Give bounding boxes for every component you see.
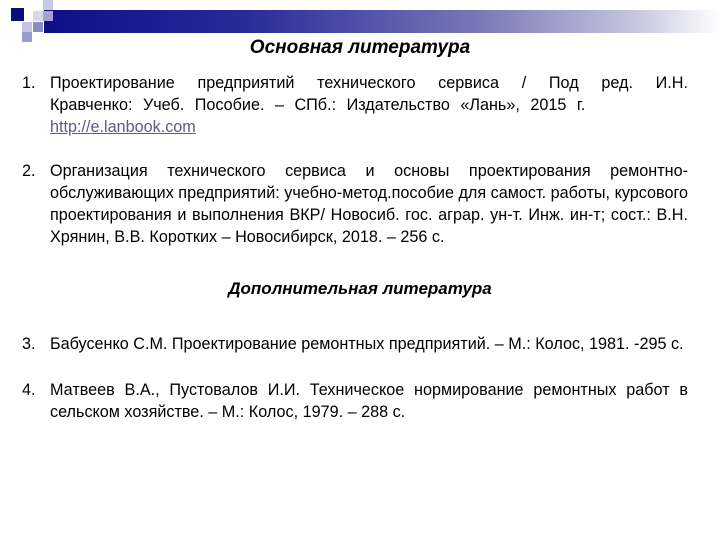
additional-literature-heading: Дополнительная литература [228, 279, 492, 298]
decor-square-dark [11, 8, 24, 21]
header-gradient-bar [44, 10, 720, 33]
decor-square [43, 11, 53, 21]
reference-number: 4. [22, 381, 36, 399]
reference-text: Бабусенко С.М. Проектирование ремонтных … [50, 335, 684, 353]
reference-item: 3. Бабусенко С.М. Проектирование ремонтн… [22, 333, 688, 355]
reference-text: Проектирование предприятий технического … [50, 72, 688, 138]
reference-link[interactable]: http://e.lanbook.com [50, 116, 688, 138]
main-literature-heading: Основная литература [249, 37, 471, 58]
reference-number: 1. [22, 74, 36, 92]
reference-text: Матвеев В.А., Пустовалов И.И. Техническо… [50, 381, 688, 421]
decor-square [33, 11, 43, 21]
reference-number: 2. [22, 162, 36, 180]
reference-item: 4. Матвеев В.А., Пустовалов И.И. Техниче… [22, 379, 688, 423]
decor-square [22, 22, 32, 32]
decor-square [33, 22, 43, 32]
reference-number: 3. [22, 335, 36, 353]
reference-item: 1. Проектирование предприятий техническо… [22, 72, 688, 138]
reference-item: 2. Организация технического сервиса и ос… [22, 160, 688, 248]
reference-body: Проектирование предприятий технического … [50, 74, 688, 114]
decor-square [43, 0, 53, 10]
reference-text: Организация технического сервиса и основ… [50, 162, 688, 246]
